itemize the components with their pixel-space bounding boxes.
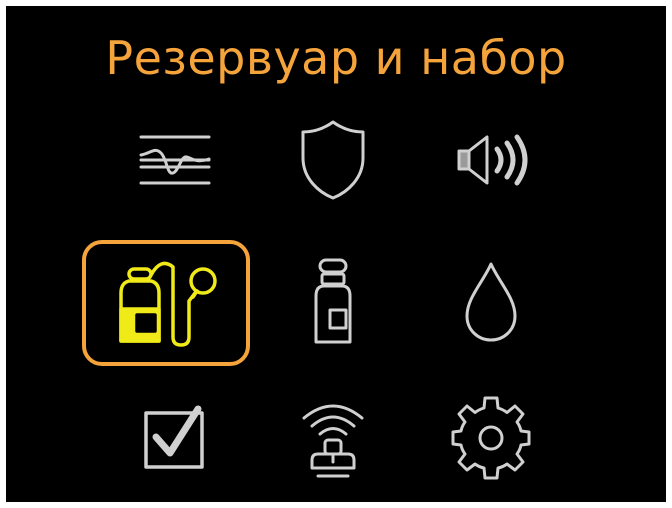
menu-item-reservoir-and-set[interactable] xyxy=(82,240,250,366)
menu-item-sound[interactable] xyxy=(416,106,566,214)
reservoir-set-icon xyxy=(119,261,217,347)
vial-icon xyxy=(314,258,352,344)
history-graph-icon xyxy=(139,135,211,185)
menu-item-settings[interactable] xyxy=(416,384,566,492)
menu-item-status[interactable] xyxy=(100,384,250,492)
menu-item-alerts[interactable] xyxy=(258,106,408,214)
menu-item-basal[interactable] xyxy=(416,248,566,356)
gear-icon xyxy=(451,396,531,480)
menu-item-history[interactable] xyxy=(100,106,250,214)
checkbox-icon xyxy=(144,405,204,469)
screen-title: Резервуар и набор xyxy=(105,31,567,85)
sensor-icon xyxy=(302,404,364,478)
menu-item-sensor[interactable] xyxy=(258,384,408,492)
shield-icon xyxy=(301,120,365,200)
drop-icon xyxy=(465,262,517,342)
pump-screen: Резервуар и набор xyxy=(6,6,666,502)
speaker-icon xyxy=(457,134,528,186)
menu-item-insulin[interactable] xyxy=(258,248,408,356)
